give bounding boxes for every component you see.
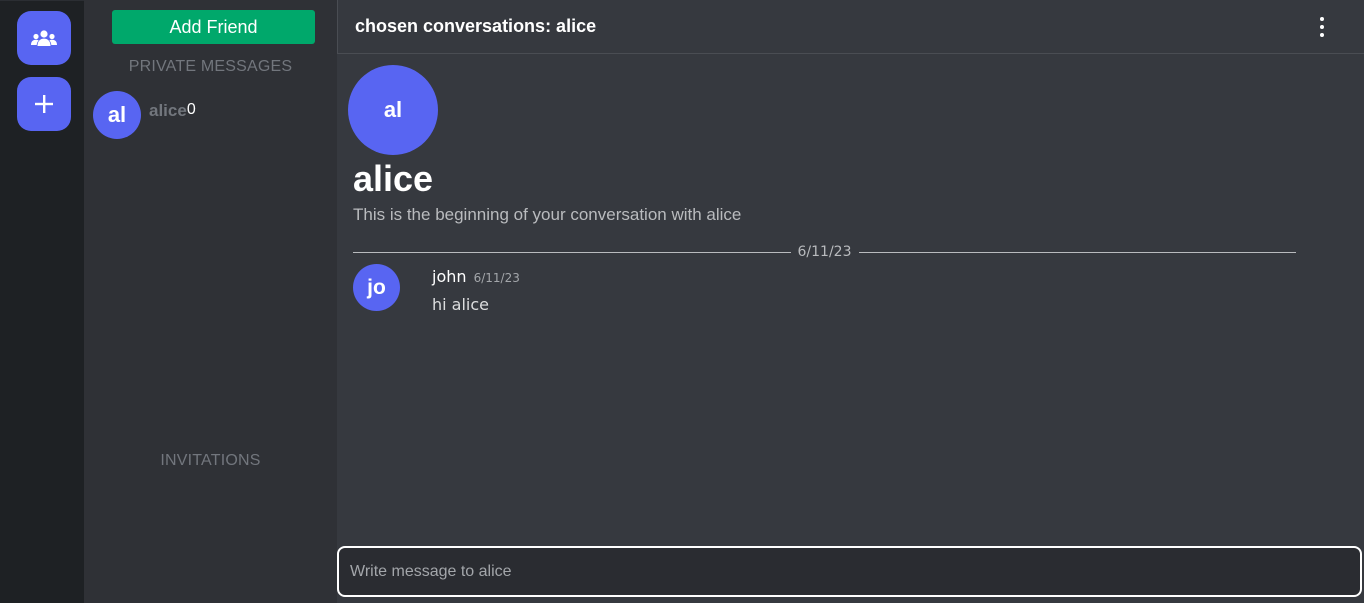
kebab-menu-icon[interactable] (1314, 15, 1330, 39)
conversation-avatar: al (348, 65, 438, 155)
conversation-panel: chosen conversations: alice al alice Thi… (337, 0, 1364, 603)
date-divider: 6/11/23 (353, 242, 1297, 262)
friends-button[interactable] (17, 11, 71, 65)
server-rail (0, 0, 84, 603)
dm-sidebar: Add Friend PRIVATE MESSAGES al alice 0 I… (84, 0, 337, 603)
private-messages-heading: PRIVATE MESSAGES (128, 58, 293, 75)
message-input[interactable] (337, 546, 1362, 597)
unread-count: 0 (186, 101, 196, 118)
invitations-heading: INVITATIONS (160, 452, 261, 469)
avatar: al (93, 91, 141, 139)
message-timestamp: 6/11/23 (473, 271, 520, 285)
add-server-button[interactable] (17, 77, 71, 131)
conversation-intro: This is the beginning of your conversati… (353, 205, 742, 224)
message-text: hi alice (432, 295, 490, 314)
divider-line (353, 251, 791, 253)
people-group-icon (31, 30, 57, 46)
divider-line (858, 251, 1297, 253)
add-friend-button[interactable]: Add Friend (112, 10, 315, 44)
dm-item-alice[interactable]: al alice 0 (93, 91, 328, 139)
message-author: john (432, 267, 467, 286)
conversation-name: alice (353, 158, 434, 199)
date-divider-label: 6/11/23 (797, 244, 852, 260)
page-title: chosen conversations: alice (355, 16, 597, 36)
dm-name: alice (149, 101, 187, 120)
plus-icon (35, 95, 53, 113)
conversation-header: chosen conversations: alice (337, 0, 1364, 54)
message-header: john 6/11/23 (432, 267, 520, 286)
message-avatar: jo (353, 264, 400, 311)
